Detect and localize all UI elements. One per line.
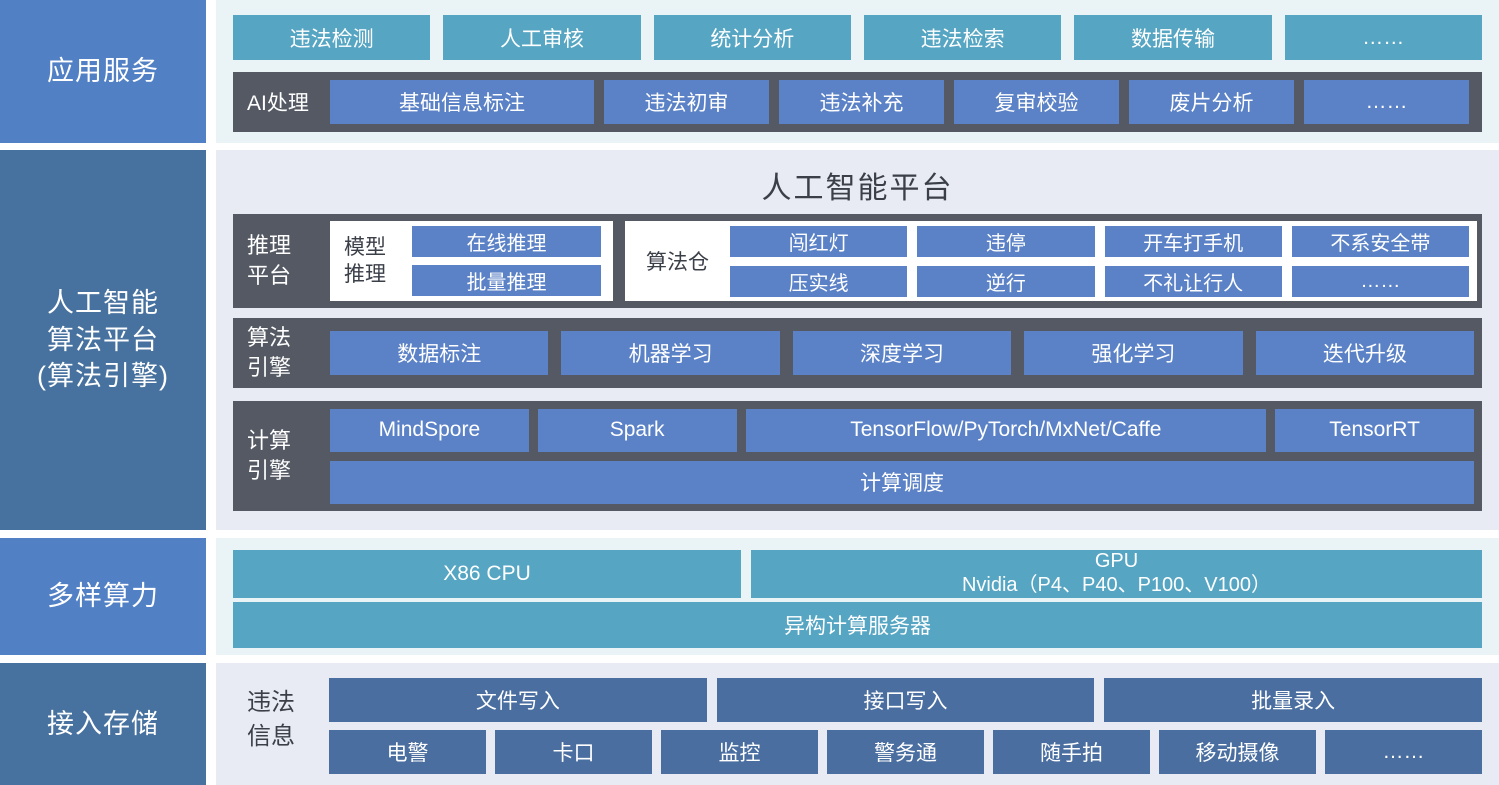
data-source-chip: 移动摄像 [1159, 730, 1316, 774]
algo-engine-chip: 深度学习 [793, 331, 1011, 375]
ai-process-label: AI处理 [247, 87, 330, 117]
algo-engine-chip: 数据标注 [330, 331, 548, 375]
data-source-row: 电警 卡口 监控 警务通 随手拍 移动摄像 …… [329, 730, 1482, 774]
power-row: X86 CPU GPU Nvidia（P4、P40、P100、V100） [233, 550, 1482, 598]
service-chip: 违法检测 [233, 15, 430, 60]
algo-engine-chip: 机器学习 [561, 331, 779, 375]
sidebar-label-line: (算法引擎) [37, 358, 169, 394]
write-method-chip: 文件写入 [329, 678, 707, 722]
algorithm-repo-label: 算法仓 [625, 246, 730, 276]
ai-process-chip: 违法初审 [604, 80, 769, 124]
algo-engine-chip: 强化学习 [1024, 331, 1242, 375]
compute-framework-chip: TensorFlow/PyTorch/MxNet/Caffe [746, 409, 1267, 452]
algo-engine-label: 算法 引擎 [233, 323, 330, 382]
ai-process-chip: 违法补充 [779, 80, 944, 124]
sidebar-block-computing-power: 多样算力 [0, 538, 206, 655]
sidebar-block-access-storage: 接入存储 [0, 663, 206, 785]
band-computing-power: 多样算力 X86 CPU GPU Nvidia（P4、P40、P100、V100… [0, 538, 1499, 655]
data-source-chip: 随手拍 [993, 730, 1150, 774]
compute-framework-chip: MindSpore [330, 409, 529, 452]
write-method-chip: 批量录入 [1104, 678, 1482, 722]
sidebar-label-line: 算法平台 [47, 322, 159, 358]
service-chip-ellipsis: …… [1285, 15, 1482, 60]
sidebar-label: 多样算力 [47, 578, 159, 614]
violation-algo-chip: 开车打手机 [1105, 226, 1282, 257]
service-chip: 数据传输 [1074, 15, 1271, 60]
access-storage-panel: 违法 信息 文件写入 接口写入 批量录入 电警 卡口 监控 警务通 随手拍 [216, 663, 1499, 785]
compute-engine-row: 计算 引擎 MindSpore Spark TensorFlow/PyTorch… [233, 401, 1482, 511]
gpu-line: GPU [1095, 550, 1138, 574]
compute-engine-chips: MindSpore Spark TensorFlow/PyTorch/MxNet… [330, 409, 1474, 504]
violation-algo-chip-ellipsis: …… [1292, 266, 1469, 297]
violation-algo-chip: 违停 [917, 226, 1094, 257]
algo-engine-row: 算法 引擎 数据标注 机器学习 深度学习 强化学习 迭代升级 [233, 318, 1482, 388]
storage-chips: 文件写入 接口写入 批量录入 电警 卡口 监控 警务通 随手拍 移动摄像 …… [329, 678, 1482, 774]
data-source-chip: 卡口 [495, 730, 652, 774]
compute-engine-label: 计算 引擎 [233, 426, 330, 485]
data-source-chip: 监控 [661, 730, 818, 774]
band-ai-platform: 人工智能 算法平台 (算法引擎) 人工智能平台 推理 平台 模型 推理 [0, 150, 1499, 530]
violation-info-label: 违法 信息 [233, 686, 329, 753]
gpu-line: Nvidia（P4、P40、P100、V100） [962, 574, 1271, 598]
gpu-block: GPU Nvidia（P4、P40、P100、V100） [751, 550, 1482, 598]
hetero-server-bar: 异构计算服务器 [233, 602, 1482, 648]
compute-framework-row: MindSpore Spark TensorFlow/PyTorch/MxNet… [330, 409, 1474, 452]
algo-engine-chip: 迭代升级 [1256, 331, 1474, 375]
algorithm-repo-grid: 闯红灯 违停 开车打手机 不系安全带 压实线 逆行 不礼让行人 …… [730, 226, 1469, 297]
compute-framework-chip: TensorRT [1275, 409, 1474, 452]
inference-platform-row: 推理 平台 模型 推理 在线推理 批量推理 算法 [233, 214, 1482, 308]
band-app-services: 应用服务 违法检测 人工审核 统计分析 违法检索 数据传输 …… AI处理 基础… [0, 0, 1499, 143]
sidebar-label-line: 人工智能 [47, 285, 159, 321]
sidebar-block-app-services: 应用服务 [0, 0, 206, 143]
ai-process-chip: 废片分析 [1129, 80, 1294, 124]
ai-process-bar: AI处理 基础信息标注 违法初审 违法补充 复审校验 废片分析 …… [233, 72, 1482, 132]
algo-engine-chips: 数据标注 机器学习 深度学习 强化学习 迭代升级 [330, 331, 1474, 375]
model-inference-box: 模型 推理 在线推理 批量推理 [330, 221, 613, 301]
data-source-chip: 电警 [329, 730, 486, 774]
inference-platform-label: 推理 平台 [233, 231, 330, 290]
inference-mode-chip: 批量推理 [412, 265, 601, 296]
sidebar-label: 接入存储 [47, 706, 159, 742]
band-access-storage: 接入存储 违法 信息 文件写入 接口写入 批量录入 电警 卡口 [0, 663, 1499, 785]
write-method-chip: 接口写入 [717, 678, 1095, 722]
architecture-diagram: 应用服务 违法检测 人工审核 统计分析 违法检索 数据传输 …… AI处理 基础… [0, 0, 1499, 785]
service-chip: 违法检索 [864, 15, 1061, 60]
service-row: 违法检测 人工审核 统计分析 违法检索 数据传输 …… [233, 15, 1482, 60]
violation-algo-chip: 不系安全带 [1292, 226, 1469, 257]
app-services-panel: 违法检测 人工审核 统计分析 违法检索 数据传输 …… AI处理 基础信息标注 … [216, 0, 1499, 143]
write-method-row: 文件写入 接口写入 批量录入 [329, 678, 1482, 722]
compute-framework-chip: Spark [538, 409, 737, 452]
violation-algo-chip: 闯红灯 [730, 226, 907, 257]
ai-process-chips: 基础信息标注 违法初审 违法补充 复审校验 废片分析 …… [330, 80, 1469, 124]
data-source-chip: 警务通 [827, 730, 984, 774]
algorithm-repo-box: 算法仓 闯红灯 违停 开车打手机 不系安全带 压实线 逆行 不礼让行人 …… [625, 221, 1477, 301]
service-chip: 人工审核 [443, 15, 640, 60]
ai-process-chip: 复审校验 [954, 80, 1119, 124]
sidebar-block-ai-platform: 人工智能 算法平台 (算法引擎) [0, 150, 206, 530]
model-inference-chips: 在线推理 批量推理 [412, 226, 601, 296]
service-chip: 统计分析 [654, 15, 851, 60]
ai-process-chip-ellipsis: …… [1304, 80, 1469, 124]
inference-mode-chip: 在线推理 [412, 226, 601, 257]
cpu-block: X86 CPU [233, 550, 741, 598]
sidebar-label: 应用服务 [47, 53, 159, 89]
computing-power-panel: X86 CPU GPU Nvidia（P4、P40、P100、V100） 异构计… [216, 538, 1499, 655]
model-inference-label: 模型 推理 [344, 234, 400, 289]
platform-title: 人工智能平台 [233, 164, 1482, 206]
ai-platform-panel: 人工智能平台 推理 平台 模型 推理 在线推理 批量推理 [216, 150, 1499, 530]
violation-algo-chip: 逆行 [917, 266, 1094, 297]
ai-process-chip: 基础信息标注 [330, 80, 594, 124]
violation-algo-chip: 不礼让行人 [1105, 266, 1282, 297]
compute-scheduler-bar: 计算调度 [330, 461, 1474, 504]
data-source-chip-ellipsis: …… [1325, 730, 1482, 774]
violation-algo-chip: 压实线 [730, 266, 907, 297]
